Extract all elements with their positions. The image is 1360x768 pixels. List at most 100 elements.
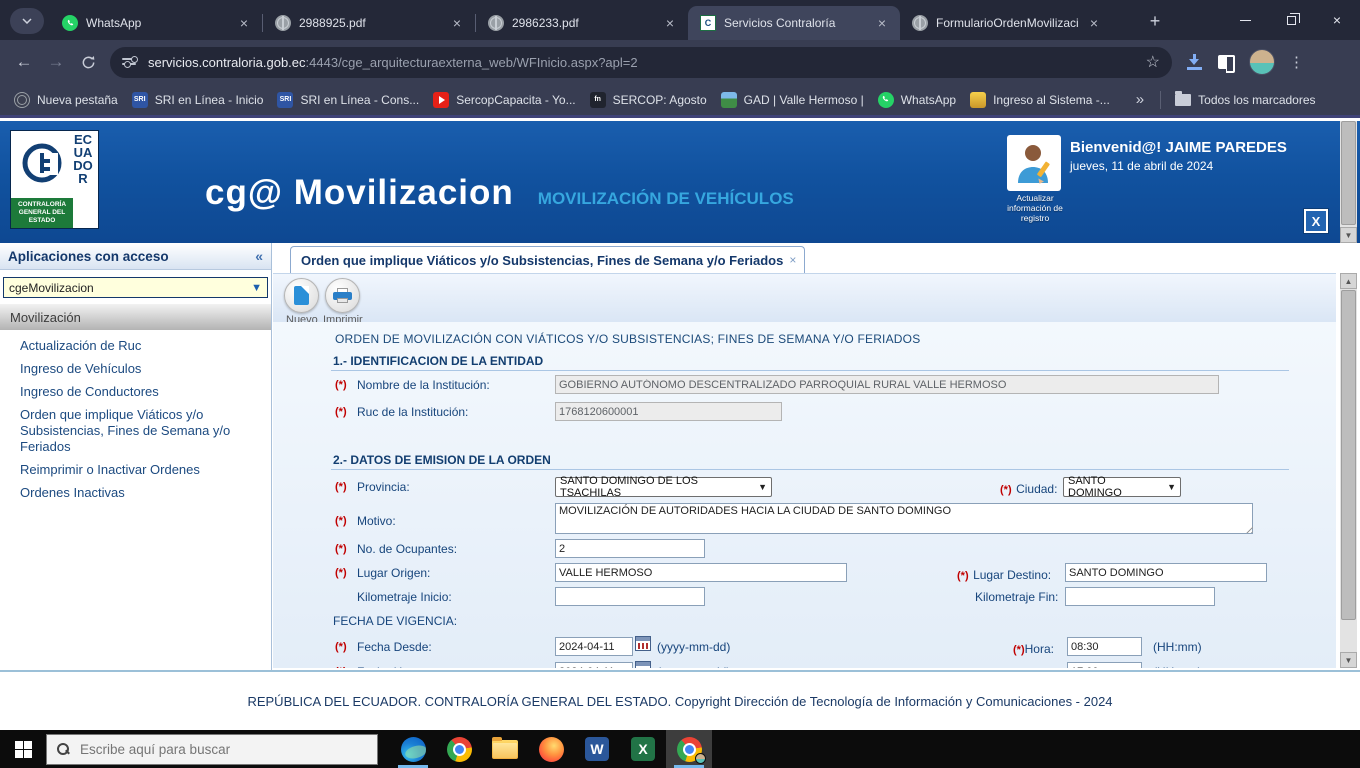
taskbar-edge[interactable] bbox=[390, 730, 436, 768]
hora-hasta-input[interactable] bbox=[1067, 662, 1142, 668]
search-input[interactable] bbox=[80, 741, 367, 757]
taskbar-explorer[interactable] bbox=[482, 730, 528, 768]
hora-hint: (HH:mm) bbox=[1153, 665, 1202, 668]
sidebar-item-ingreso-vehiculos[interactable]: Ingreso de Vehículos bbox=[20, 361, 265, 377]
sidebar-item-ingreso-conductores[interactable]: Ingreso de Conductores bbox=[20, 384, 265, 400]
ruc-label: Ruc de la Institución: bbox=[357, 405, 469, 419]
browser-tab-strip: WhatsApp × 2988925.pdf × 2986233.pdf × C… bbox=[0, 0, 1360, 40]
update-registration-button[interactable] bbox=[1007, 135, 1061, 191]
required-mark: (*) bbox=[335, 666, 347, 668]
ciudad-select[interactable]: SANTO DOMINGO ▼ bbox=[1063, 475, 1181, 499]
bookmark-gad-valle-hermoso[interactable]: GAD | Valle Hermoso | bbox=[720, 91, 864, 108]
content-scrollbar[interactable]: ▲ ▼ bbox=[1340, 273, 1357, 668]
taskbar-excel[interactable]: X bbox=[620, 730, 666, 768]
scrollbar-thumb[interactable] bbox=[1341, 121, 1356, 225]
bookmarks-overflow-button[interactable]: » bbox=[1136, 91, 1144, 108]
date-text: jueves, 11 de abril de 2024 bbox=[1070, 159, 1214, 173]
new-tab-button[interactable]: + bbox=[1142, 8, 1168, 34]
sidebar-item-reimprimir-inactivar[interactable]: Reimprimir o Inactivar Ordenes bbox=[20, 462, 265, 478]
tab-search-button[interactable] bbox=[10, 8, 44, 34]
bookmark-nueva-pestana[interactable]: Nueva pestaña bbox=[14, 91, 118, 108]
forward-button[interactable]: → bbox=[40, 46, 72, 78]
cge-favicon: C bbox=[700, 15, 716, 31]
address-bar[interactable]: servicios.contraloria.gob.ec:4443/cge_ar… bbox=[110, 46, 1172, 78]
fecha-desde-label: Fecha Desde: bbox=[357, 640, 432, 654]
calendar-icon[interactable] bbox=[635, 636, 651, 651]
print-button[interactable] bbox=[325, 278, 360, 313]
destino-label-group: (*) Lugar Destino: bbox=[957, 566, 1051, 584]
back-button[interactable]: ← bbox=[8, 46, 40, 78]
new-button[interactable] bbox=[284, 278, 319, 313]
app-close-button[interactable]: X bbox=[1303, 208, 1329, 234]
fecha-desde-input[interactable] bbox=[555, 637, 633, 656]
browser-tab-formulario[interactable]: FormularioOrdenMovilizacio × bbox=[900, 6, 1112, 40]
km-inicio-input[interactable] bbox=[555, 587, 705, 606]
tab-close-icon[interactable]: × bbox=[236, 15, 252, 31]
bookmark-sri-consultas[interactable]: SRI SRI en Línea - Cons... bbox=[277, 91, 419, 108]
bookmark-label: SercopCapacita - Yo... bbox=[456, 92, 576, 107]
sidebar-collapse-icon[interactable]: « bbox=[255, 248, 263, 264]
scrollbar-thumb[interactable] bbox=[1341, 290, 1356, 620]
tab-close-icon[interactable]: × bbox=[1086, 15, 1102, 31]
hora-desde-input[interactable] bbox=[1067, 637, 1142, 656]
motivo-textarea[interactable]: MOVILIZACIÓN DE AUTORIDADES HACIA LA CIU… bbox=[555, 503, 1253, 534]
side-panel-icon[interactable] bbox=[1218, 55, 1235, 73]
application-select[interactable]: cgeMovilizacion ▼ bbox=[3, 277, 268, 298]
hora-hasta-label-group: (*)Hora: bbox=[1013, 665, 1054, 668]
sidebar-item-orden-viaticos[interactable]: Orden que implique Viáticos y/o Subsiste… bbox=[20, 407, 265, 455]
bookmark-ingreso-sistema[interactable]: Ingreso al Sistema -... bbox=[970, 91, 1110, 108]
sri-icon: SRI bbox=[277, 91, 294, 108]
header-scrollbar[interactable]: ▼ bbox=[1340, 121, 1357, 243]
content-tab-orden[interactable]: Orden que implique Viáticos y/o Subsiste… bbox=[290, 246, 806, 273]
bookmark-star-icon[interactable]: ☆ bbox=[1146, 52, 1160, 72]
taskbar-chrome-active[interactable] bbox=[666, 730, 712, 768]
taskbar-search[interactable] bbox=[46, 733, 378, 765]
window-close-button[interactable]: × bbox=[1314, 0, 1360, 40]
menu-dots-icon[interactable]: ⋮ bbox=[1289, 53, 1304, 71]
bookmark-label: SRI en Línea - Inicio bbox=[154, 92, 264, 107]
provincia-select[interactable]: SANTO DOMINGO DE LOS TSACHILAS ▼ bbox=[555, 475, 772, 499]
calendar-icon[interactable] bbox=[635, 661, 651, 668]
profile-avatar[interactable] bbox=[1249, 49, 1275, 75]
vigencia-label: FECHA DE VIGENCIA: bbox=[333, 614, 458, 628]
bookmark-whatsapp[interactable]: WhatsApp bbox=[877, 91, 956, 108]
scroll-down-button[interactable]: ▼ bbox=[1340, 652, 1357, 668]
scroll-up-button[interactable]: ▲ bbox=[1340, 273, 1357, 289]
bookmark-sri-inicio[interactable]: SRI SRI en Línea - Inicio bbox=[131, 91, 264, 108]
window-minimize-button[interactable] bbox=[1222, 0, 1268, 40]
taskbar-firefox[interactable] bbox=[528, 730, 574, 768]
scroll-down-button[interactable]: ▼ bbox=[1340, 227, 1357, 243]
browser-tab-pdf-2[interactable]: 2986233.pdf × bbox=[476, 6, 688, 40]
start-button[interactable] bbox=[0, 730, 46, 768]
taskbar-chrome[interactable] bbox=[436, 730, 482, 768]
bookmark-sercopcapacita[interactable]: SercopCapacita - Yo... bbox=[433, 91, 576, 108]
windows-taskbar: W X ESP 08:26 11/4/2024 bbox=[0, 730, 1360, 768]
origen-input[interactable] bbox=[555, 563, 847, 582]
tab-close-icon[interactable]: × bbox=[662, 15, 678, 31]
reload-button[interactable] bbox=[72, 46, 104, 78]
hora-label: Hora: bbox=[1024, 642, 1054, 656]
institucion-input bbox=[555, 375, 1219, 394]
tab-close-icon[interactable]: × bbox=[874, 15, 890, 31]
km-fin-input[interactable] bbox=[1065, 587, 1215, 606]
destino-input[interactable] bbox=[1065, 563, 1267, 582]
ocupantes-input[interactable] bbox=[555, 539, 705, 558]
sidebar-item-ordenes-inactivas[interactable]: Ordenes Inactivas bbox=[20, 485, 265, 501]
destino-label: Lugar Destino: bbox=[973, 568, 1052, 582]
bookmark-sercop-agosto[interactable]: fn SERCOP: Agosto bbox=[589, 91, 707, 108]
browser-tab-servicios-active[interactable]: C Servicios Contraloría × bbox=[688, 6, 900, 40]
sidebar-item-actualizacion-ruc[interactable]: Actualización de Ruc bbox=[20, 338, 265, 354]
window-restore-button[interactable] bbox=[1268, 0, 1314, 40]
required-mark: (*) bbox=[957, 570, 969, 582]
tab-close-icon[interactable]: × bbox=[449, 15, 465, 31]
app-title: cg@ Movilizacion bbox=[205, 173, 514, 212]
site-settings-icon[interactable] bbox=[122, 54, 138, 70]
content-tab-close-icon[interactable]: × bbox=[789, 253, 796, 267]
browser-tab-whatsapp[interactable]: WhatsApp × bbox=[50, 6, 262, 40]
download-icon[interactable] bbox=[1186, 54, 1204, 70]
taskbar-word[interactable]: W bbox=[574, 730, 620, 768]
browser-tab-pdf-1[interactable]: 2988925.pdf × bbox=[263, 6, 475, 40]
fecha-hasta-input[interactable] bbox=[555, 662, 633, 668]
search-icon bbox=[57, 742, 70, 756]
all-bookmarks-button[interactable]: Todos los marcadores bbox=[1175, 90, 1316, 107]
